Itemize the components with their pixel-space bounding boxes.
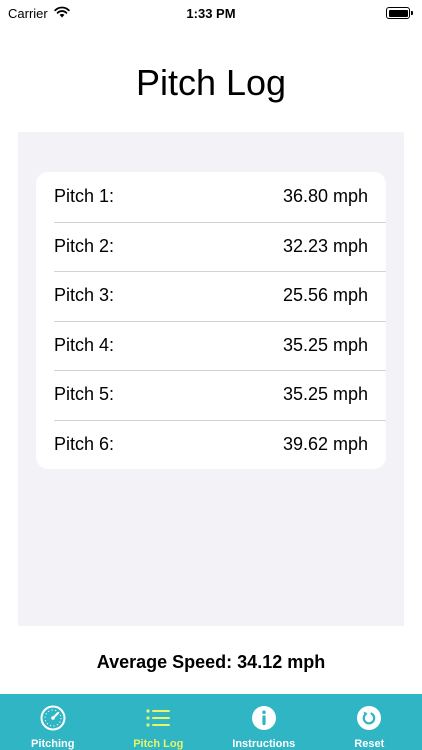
tab-label: Instructions	[232, 738, 296, 750]
tab-pitch-log[interactable]: Pitch Log	[106, 694, 212, 750]
page-title: Pitch Log	[135, 62, 287, 103]
tab-label: Pitch Log	[133, 738, 184, 750]
status-left: Carrier	[8, 6, 70, 21]
list-item[interactable]: Pitch 3: 25.56 mph	[36, 271, 386, 321]
tab-label: Pitching	[31, 738, 75, 750]
pitch-log-panel[interactable]: Pitch 1: 36.80 mph Pitch 2: 32.23 mph Pi…	[18, 132, 404, 626]
status-bar: Carrier 1:33 PM	[0, 0, 422, 26]
info-icon	[250, 704, 278, 732]
reset-icon	[355, 704, 383, 732]
pitch-label: Pitch 5:	[54, 384, 115, 405]
pitch-label: Pitch 4:	[54, 334, 115, 355]
list-item[interactable]: Pitch 1: 36.80 mph	[36, 172, 386, 222]
wifi-icon	[54, 6, 70, 21]
tab-label: Reset	[354, 738, 385, 750]
tab-bar: Pitching Pitch Log Instructions Reset	[0, 694, 422, 750]
pitch-speed: 25.56 mph	[282, 285, 368, 306]
speedometer-icon	[39, 704, 67, 732]
list-item[interactable]: Pitch 4: 35.25 mph	[36, 320, 386, 371]
pitch-list: Pitch 1: 36.80 mph Pitch 2: 32.23 mph Pi…	[36, 172, 386, 469]
pitch-label: Pitch 6:	[54, 433, 115, 454]
carrier-label: Carrier	[8, 5, 48, 21]
tab-reset[interactable]: Reset	[317, 694, 422, 750]
list-icon	[144, 704, 172, 732]
average-speed: Average Speed: 34.12 mph	[96, 652, 326, 672]
pitch-speed: 32.23 mph	[282, 235, 368, 256]
pitch-label: Pitch 2:	[54, 235, 115, 256]
pitch-speed: 35.25 mph	[282, 384, 368, 405]
pitch-speed: 36.80 mph	[282, 186, 368, 207]
list-item[interactable]: Pitch 2: 32.23 mph	[36, 221, 386, 272]
pitch-label: Pitch 1:	[54, 186, 115, 207]
tab-pitching[interactable]: Pitching	[0, 694, 106, 750]
tab-instructions[interactable]: Instructions	[211, 694, 317, 750]
battery-icon	[386, 7, 413, 19]
pitch-label: Pitch 3:	[54, 285, 115, 306]
list-item[interactable]: Pitch 5: 35.25 mph	[36, 370, 386, 420]
app-screen: Carrier 1:33 PM Pitch Log Pitch 1: 36.80…	[0, 0, 422, 750]
pitch-speed: 35.25 mph	[282, 334, 368, 355]
list-item[interactable]: Pitch 6: 39.62 mph	[36, 419, 386, 470]
pitch-speed: 39.62 mph	[282, 433, 368, 454]
